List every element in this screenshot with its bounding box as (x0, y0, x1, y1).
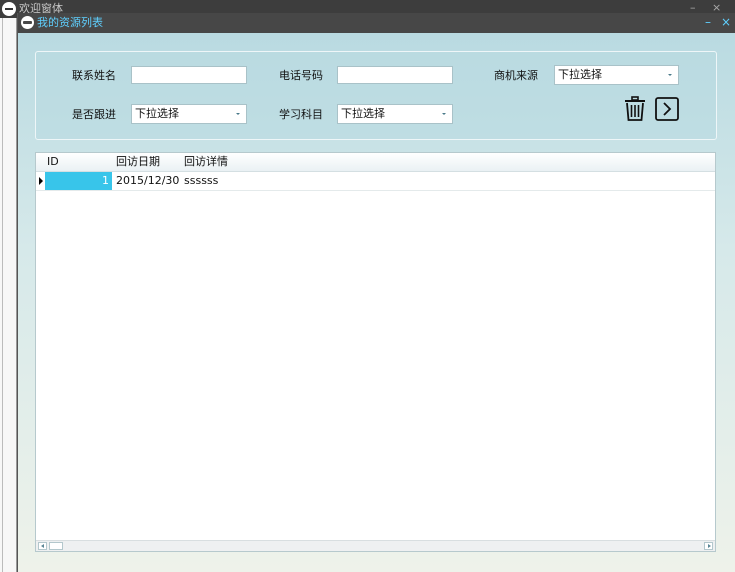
app-logo-icon (21, 16, 34, 29)
search-go-button[interactable] (655, 97, 679, 121)
follow-up-label: 是否跟进 (72, 108, 116, 121)
horizontal-scrollbar[interactable] (36, 540, 715, 551)
dropdown-arrow-icon (440, 109, 449, 119)
scroll-right-button[interactable] (704, 542, 713, 550)
source-select[interactable]: 下拉选择 (554, 65, 679, 85)
source-select-value: 下拉选择 (558, 68, 602, 81)
column-header-detail[interactable]: 回访详情 (184, 155, 228, 169)
grid-header: ID 回访日期 回访详情 (36, 153, 715, 172)
subject-select-value: 下拉选择 (341, 107, 385, 120)
cell-detail[interactable]: ssssss (184, 172, 218, 190)
scroll-left-button[interactable] (38, 542, 47, 550)
follow-up-select-value: 下拉选择 (135, 107, 179, 120)
dropdown-arrow-icon (666, 70, 675, 80)
trash-icon (625, 96, 645, 121)
source-label: 商机来源 (494, 69, 538, 82)
row-selector-icon (36, 172, 44, 190)
cell-date[interactable]: 2015/12/30 (116, 172, 179, 190)
phone-label: 电话号码 (279, 69, 323, 82)
contact-name-input[interactable] (131, 66, 247, 84)
table-row[interactable]: 1 2015/12/30 ssssss (36, 172, 715, 191)
column-header-date[interactable]: 回访日期 (116, 155, 160, 169)
window-client-area: 联系姓名 电话号码 商机来源 下拉选择 是否跟进 下拉选择 学习科目 下拉选择 (18, 33, 735, 572)
subject-select[interactable]: 下拉选择 (337, 104, 453, 124)
cell-id[interactable]: 1 (45, 172, 112, 190)
window-titlebar: 我的资源列表 – × (18, 13, 735, 33)
search-panel: 联系姓名 电话号码 商机来源 下拉选择 是否跟进 下拉选择 学习科目 下拉选择 (35, 51, 717, 140)
scroll-thumb[interactable] (49, 542, 63, 550)
resource-grid[interactable]: ID 回访日期 回访详情 1 2015/12/30 ssssss (35, 152, 716, 552)
column-header-id[interactable]: ID (47, 155, 59, 169)
window-title: 我的资源列表 (37, 16, 103, 29)
delete-button[interactable] (624, 96, 646, 122)
contact-name-label: 联系姓名 (72, 69, 116, 82)
chevron-right-icon (655, 97, 679, 121)
minimize-button[interactable]: – (705, 14, 711, 30)
dropdown-arrow-icon (234, 109, 243, 119)
resource-list-window: 我的资源列表 – × 联系姓名 电话号码 商机来源 下拉选择 是否跟进 下拉选择… (17, 13, 735, 572)
phone-input[interactable] (337, 66, 453, 84)
subject-label: 学习科目 (279, 108, 323, 121)
close-button[interactable]: × (721, 14, 731, 30)
follow-up-select[interactable]: 下拉选择 (131, 104, 247, 124)
parent-window-edge (0, 18, 17, 572)
app-logo-icon (2, 2, 16, 16)
